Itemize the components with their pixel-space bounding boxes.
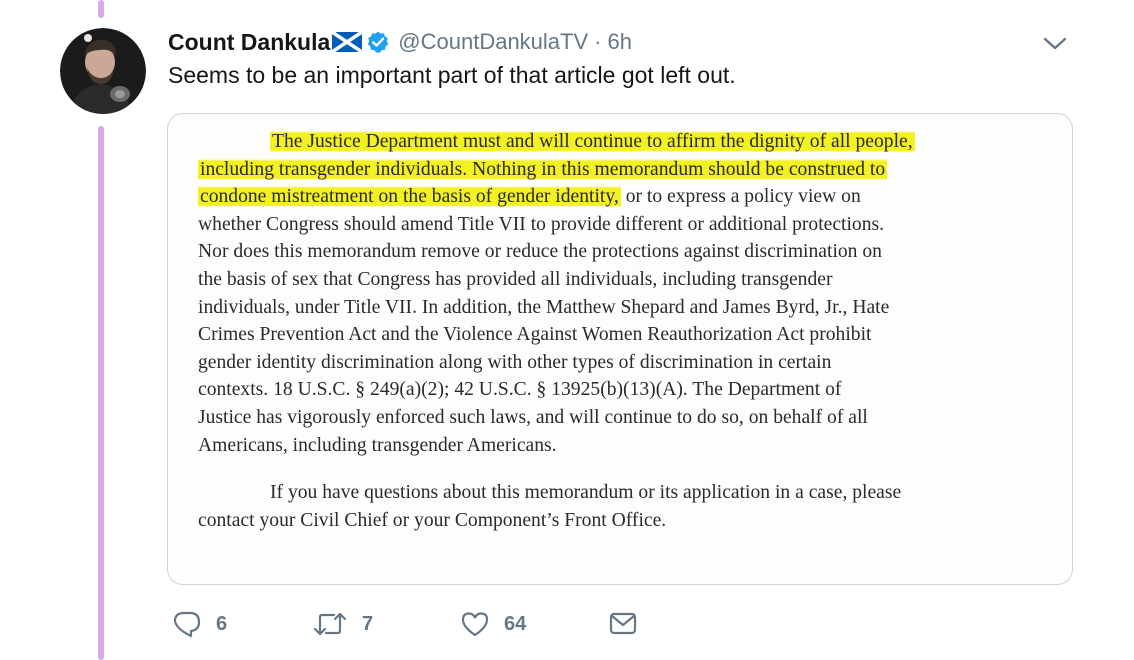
display-name[interactable]: Count Dankula: [168, 29, 330, 56]
memorandum-line: the basis of sex that Congress has provi…: [198, 266, 1058, 294]
tweet-page: Count Dankula @CountDankulaTV · 6h Seems…: [0, 0, 1134, 660]
tweet-header: Count Dankula @CountDankulaTV · 6h: [168, 26, 632, 58]
memorandum-line: contact your Civil Chief or your Compone…: [198, 509, 667, 531]
memorandum-paragraph-2: If you have questions about this memoran…: [198, 479, 1058, 534]
plain-text: whether Congress should amend Title VII …: [198, 213, 885, 235]
memorandum-excerpt: The Justice Department must and will con…: [198, 128, 1058, 534]
memorandum-line: contexts. 18 U.S.C. § 249(a)(2); 42 U.S.…: [198, 376, 1058, 404]
highlighted-text: The Justice Department must and will con…: [270, 131, 915, 152]
memorandum-line: gender identity discrimination along wit…: [198, 349, 1058, 377]
retweet-count: 7: [362, 612, 374, 635]
memorandum-line: If you have questions about this memoran…: [270, 482, 902, 504]
retweet-icon: [313, 612, 347, 636]
plain-text: contexts. 18 U.S.C. § 249(a)(2); 42 U.S.…: [198, 379, 842, 401]
memorandum-line: The Justice Department must and will con…: [198, 128, 1058, 156]
plain-text: Crimes Prevention Act and the Violence A…: [198, 324, 872, 346]
scotland-flag-icon: [331, 30, 364, 54]
memorandum-line: Americans, including transgender America…: [198, 432, 1058, 460]
thread-line-top: [98, 0, 104, 18]
separator-dot: ·: [594, 29, 602, 54]
plain-text: Americans, including transgender America…: [198, 434, 557, 456]
memorandum-line: Justice has vigorously enforced such law…: [198, 404, 1058, 432]
avatar[interactable]: [60, 28, 146, 114]
reply-icon: [173, 611, 201, 638]
plain-text: Nor does this memorandum remove or reduc…: [198, 241, 882, 263]
plain-text: the basis of sex that Congress has provi…: [198, 268, 833, 290]
plain-text: or to express a policy view on: [620, 186, 861, 208]
direct-message-button[interactable]: [608, 611, 638, 637]
avatar-image: [60, 28, 146, 114]
highlighted-text: condone mistreatment on the basis of gen…: [198, 186, 621, 208]
attached-image[interactable]: The Justice Department must and will con…: [167, 113, 1073, 585]
user-handle[interactable]: @CountDankulaTV: [398, 29, 588, 55]
tweet-text: Seems to be an important part of that ar…: [168, 62, 736, 88]
verified-badge-icon: [366, 30, 390, 54]
memorandum-line: individuals, under Title VII. In additio…: [198, 294, 1058, 322]
memorandum-paragraph-1: The Justice Department must and will con…: [198, 128, 1058, 459]
retweet-button[interactable]: 7: [312, 610, 460, 638]
memorandum-line: whether Congress should amend Title VII …: [198, 211, 1058, 239]
plain-text: individuals, under Title VII. In additio…: [198, 296, 890, 318]
thread-line: [98, 126, 104, 660]
reply-count: 6: [216, 612, 228, 635]
envelope-icon: [609, 612, 637, 635]
like-count: 64: [504, 612, 527, 635]
timestamp[interactable]: 6h: [607, 29, 631, 55]
plain-text: gender identity discrimination along wit…: [198, 351, 832, 373]
like-button[interactable]: 64: [460, 610, 608, 638]
memorandum-line: including transgender individuals. Nothi…: [198, 156, 1058, 184]
plain-text: Justice has vigorously enforced such law…: [198, 406, 868, 428]
memorandum-line: condone mistreatment on the basis of gen…: [198, 183, 1058, 211]
memorandum-line: Crimes Prevention Act and the Violence A…: [198, 321, 1058, 349]
reply-button[interactable]: 6: [172, 609, 312, 639]
heart-icon: [461, 612, 489, 637]
highlighted-text: including transgender individuals. Nothi…: [198, 158, 888, 180]
memorandum-line: Nor does this memorandum remove or reduc…: [198, 238, 1058, 266]
chevron-down-icon[interactable]: [1042, 36, 1068, 52]
tweet-actions: 6 7 64: [172, 606, 638, 642]
